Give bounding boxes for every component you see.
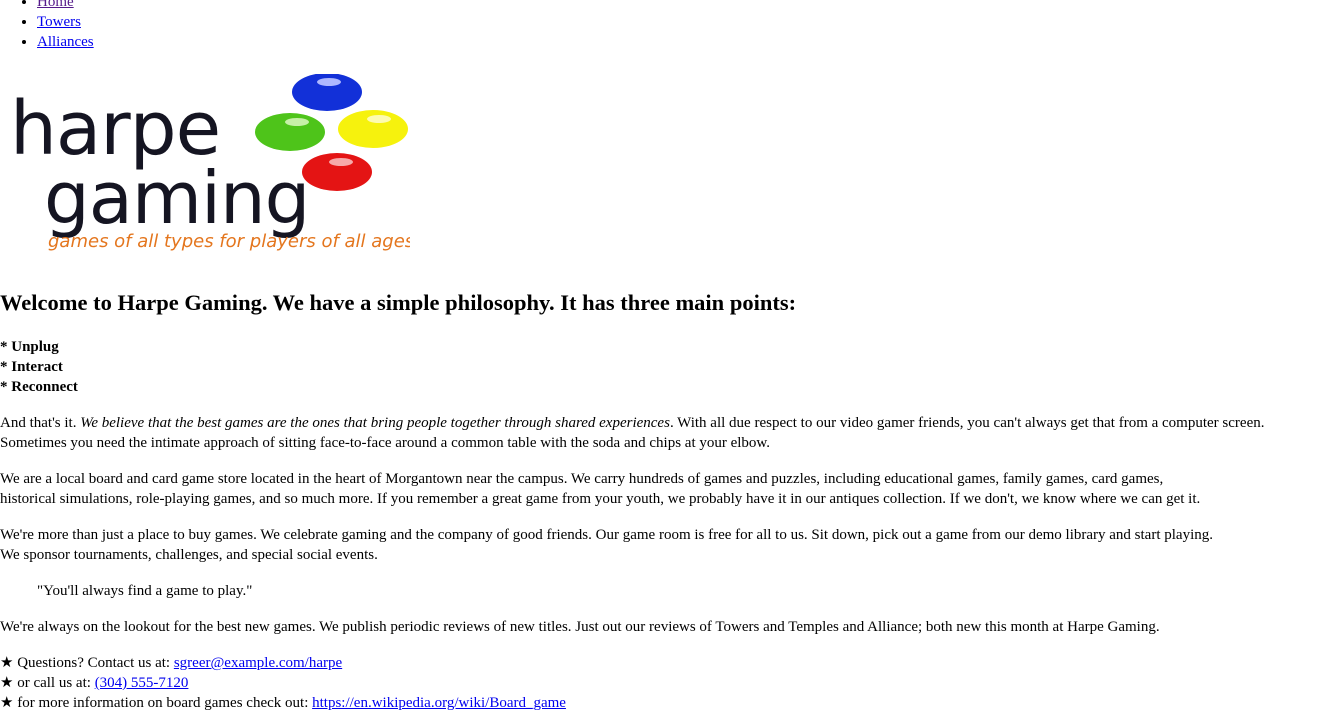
philosophy-points: * Unplug * Interact * Reconnect (0, 337, 1322, 397)
red-piece-highlight (329, 158, 353, 166)
green-piece-icon (255, 113, 325, 151)
tagline-quote: "You'll always find a game to play." (37, 583, 253, 599)
nav-item-alliances: Alliances (37, 32, 1322, 52)
contact-wiki-line: ★ for more information on board games ch… (0, 695, 566, 711)
logo-word-gaming: gaming (44, 156, 309, 240)
yellow-piece-highlight (367, 115, 391, 123)
wikipedia-link[interactable]: https://en.wikipedia.org/wiki/Board_game (312, 695, 566, 711)
point-unplug: * Unplug (0, 339, 59, 355)
logo-tagline: games of all types for players of all ag… (48, 231, 410, 252)
email-link[interactable]: sgreer@example.com/harpe (174, 655, 342, 671)
logo-graphic: harpe gaming games of all types for play… (10, 74, 410, 252)
contact-list: ★ Questions? Contact us at: sgreer@examp… (0, 653, 1322, 713)
page-title: Welcome to Harpe Gaming. We have a simpl… (0, 290, 797, 315)
harpe-gaming-logo: harpe gaming games of all types for play… (0, 74, 410, 264)
contact-phone-line: ★ or call us at: (304) 555-7120 (0, 675, 189, 691)
store-paragraph: We are a local board and card game store… (0, 471, 1201, 507)
nav-link-towers[interactable]: Towers (37, 14, 81, 30)
green-piece-highlight (285, 118, 309, 126)
blue-piece-highlight (317, 78, 341, 86)
community-paragraph: We're more than just a place to buy game… (0, 527, 1213, 563)
reviews-paragraph: We're always on the lookout for the best… (0, 619, 1160, 635)
nav-link-alliances[interactable]: Alliances (37, 34, 94, 50)
point-reconnect: * Reconnect (0, 379, 78, 395)
intro-paragraph: And that's it. We believe that the best … (0, 415, 1265, 451)
phone-link[interactable]: (304) 555-7120 (95, 675, 189, 691)
contact-email-line: ★ Questions? Contact us at: sgreer@examp… (0, 655, 343, 671)
point-interact: * Interact (0, 359, 63, 375)
main-nav: Home Towers Alliances (0, 0, 1322, 52)
nav-item-towers: Towers (37, 12, 1322, 32)
nav-item-home: Home (37, 0, 1322, 12)
nav-link-home[interactable]: Home (37, 0, 74, 10)
